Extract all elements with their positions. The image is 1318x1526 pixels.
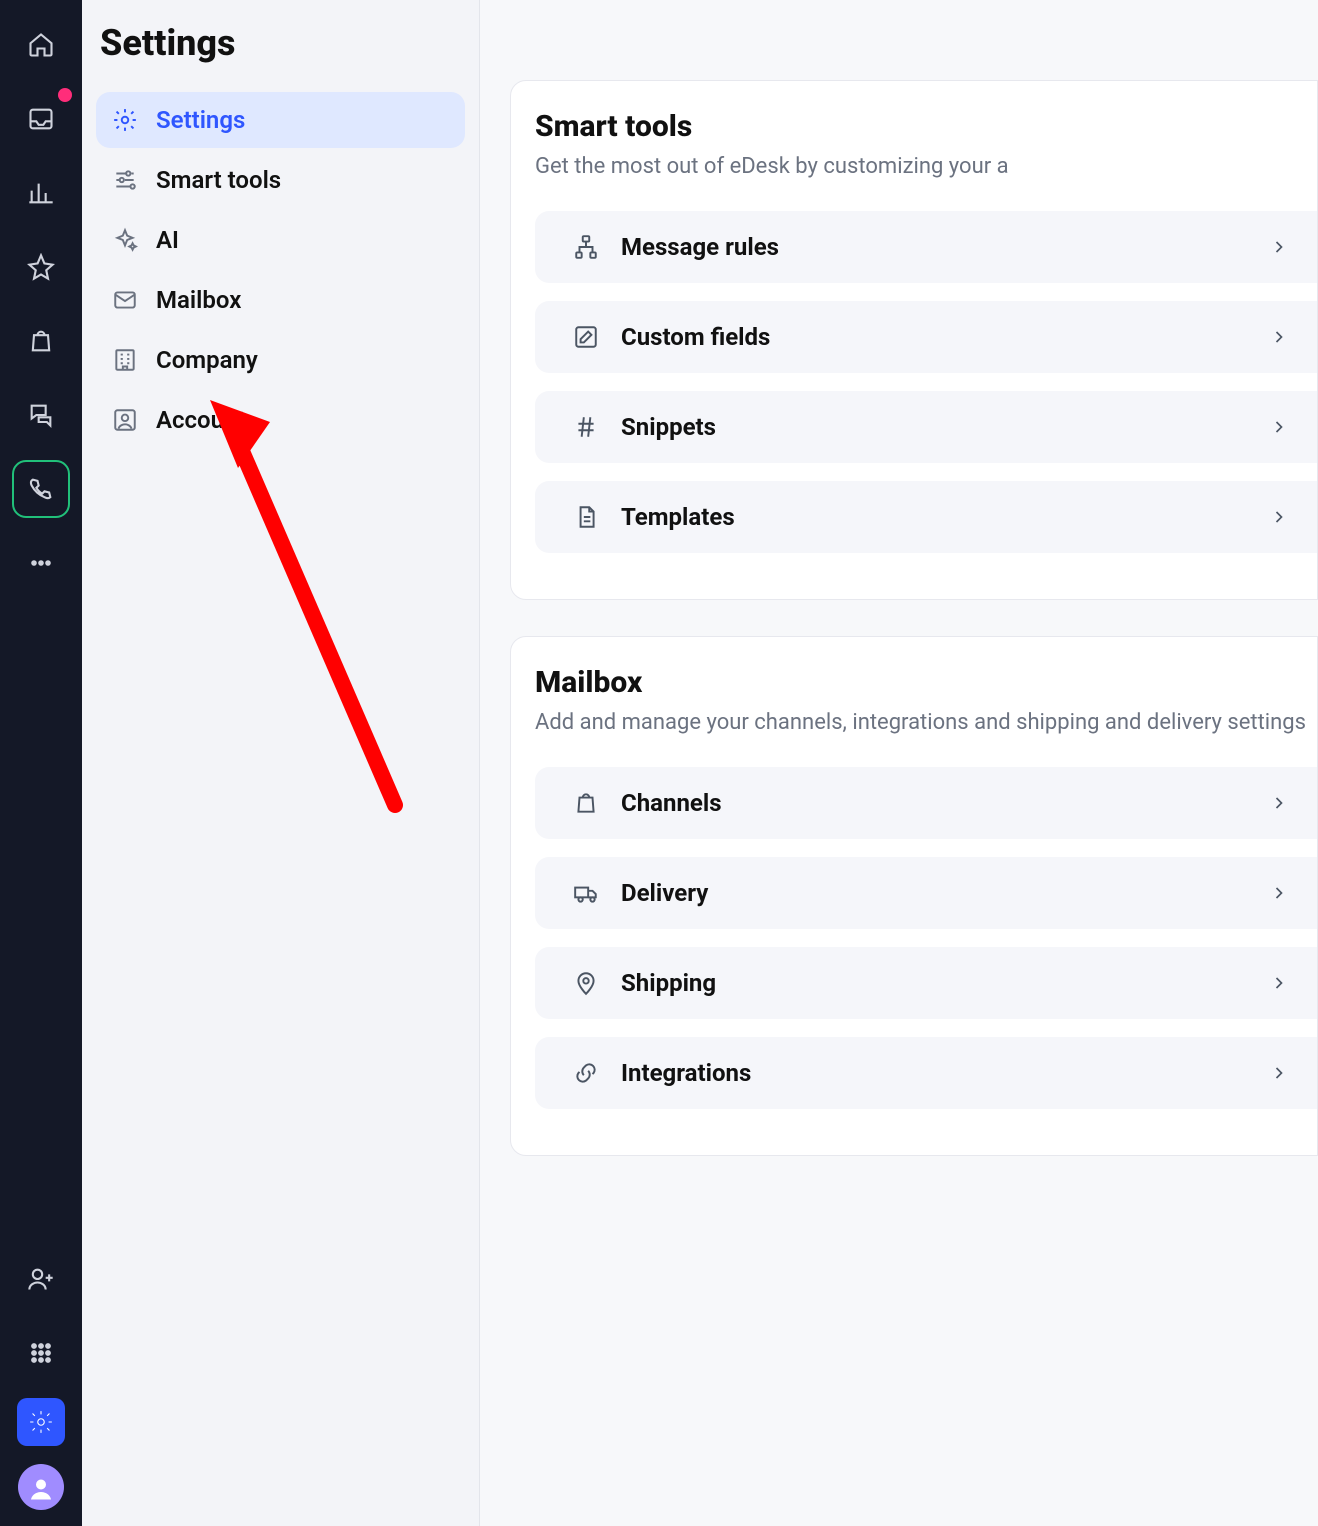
sidebar-item-smart-tools[interactable]: Smart tools — [96, 152, 465, 208]
sidebar-item-settings[interactable]: Settings — [96, 92, 465, 148]
rail-inbox[interactable] — [12, 90, 70, 148]
sidebar-item-label: Account — [156, 406, 449, 434]
star-icon — [27, 253, 55, 281]
row-label: Integrations — [621, 1059, 1247, 1087]
row-templates[interactable]: Templates — [535, 481, 1317, 553]
sidebar-item-ai[interactable]: AI — [96, 212, 465, 268]
row-label: Templates — [621, 503, 1247, 531]
section-title: Mailbox — [535, 665, 1317, 700]
row-shipping[interactable]: Shipping — [535, 947, 1317, 1019]
rail-more[interactable] — [12, 534, 70, 592]
nav-rail — [0, 0, 82, 1526]
inbox-icon — [27, 105, 55, 133]
row-label: Snippets — [621, 413, 1247, 441]
row-custom-fields[interactable]: Custom fields — [535, 301, 1317, 373]
edit-icon — [573, 324, 599, 350]
chevron-right-icon — [1269, 327, 1289, 347]
sidebar-item-label: Mailbox — [156, 286, 449, 314]
hash-icon — [573, 414, 599, 440]
rail-add-user[interactable] — [12, 1250, 70, 1308]
rail-settings[interactable] — [17, 1398, 65, 1446]
page-title: Settings — [100, 22, 465, 64]
row-delivery[interactable]: Delivery — [535, 857, 1317, 929]
rail-chat[interactable] — [12, 386, 70, 444]
map-pin-icon — [573, 970, 599, 996]
main-content: Smart tools Get the most out of eDesk by… — [480, 0, 1318, 1526]
sparkle-icon — [112, 227, 138, 253]
flow-icon — [573, 234, 599, 260]
chevron-right-icon — [1269, 1063, 1289, 1083]
chevron-right-icon — [1269, 973, 1289, 993]
sidebar-item-label: Company — [156, 346, 449, 374]
chevron-right-icon — [1269, 417, 1289, 437]
row-label: Custom fields — [621, 323, 1247, 351]
rail-phone[interactable] — [12, 460, 70, 518]
truck-icon — [573, 880, 599, 906]
gear-icon — [28, 1409, 54, 1435]
gear-icon — [112, 107, 138, 133]
notification-badge — [58, 88, 72, 102]
chevron-right-icon — [1269, 883, 1289, 903]
shopping-bag-icon — [573, 790, 599, 816]
row-label: Channels — [621, 789, 1247, 817]
avatar-icon — [26, 1472, 56, 1502]
sidebar-item-label: Settings — [156, 106, 449, 134]
phone-icon — [27, 475, 55, 503]
user-square-icon — [112, 407, 138, 433]
chevron-right-icon — [1269, 793, 1289, 813]
dots-icon — [27, 549, 55, 577]
sidebar-item-label: Smart tools — [156, 166, 449, 194]
document-icon — [573, 504, 599, 530]
building-icon — [112, 347, 138, 373]
sidebar-item-account[interactable]: Account — [96, 392, 465, 448]
rail-favorites[interactable] — [12, 238, 70, 296]
home-icon — [27, 31, 55, 59]
section-subtitle: Add and manage your channels, integratio… — [535, 708, 1317, 739]
settings-sidebar: Settings Settings Smart tools AI Mailbox… — [82, 0, 480, 1526]
row-snippets[interactable]: Snippets — [535, 391, 1317, 463]
section-title: Smart tools — [535, 109, 1317, 144]
sidebar-item-mailbox[interactable]: Mailbox — [96, 272, 465, 328]
mail-icon — [112, 287, 138, 313]
link-icon — [573, 1060, 599, 1086]
rail-orders[interactable] — [12, 312, 70, 370]
chat-icon — [27, 401, 55, 429]
sidebar-item-company[interactable]: Company — [96, 332, 465, 388]
section-smart-tools: Smart tools Get the most out of eDesk by… — [510, 80, 1318, 600]
rail-home[interactable] — [12, 16, 70, 74]
chevron-right-icon — [1269, 507, 1289, 527]
row-message-rules[interactable]: Message rules — [535, 211, 1317, 283]
rail-avatar[interactable] — [18, 1464, 64, 1510]
chevron-right-icon — [1269, 237, 1289, 257]
row-channels[interactable]: Channels — [535, 767, 1317, 839]
add-user-icon — [27, 1265, 55, 1293]
sliders-icon — [112, 167, 138, 193]
row-label: Shipping — [621, 969, 1247, 997]
bar-chart-icon — [27, 179, 55, 207]
section-subtitle: Get the most out of eDesk by customizing… — [535, 152, 1317, 183]
row-label: Delivery — [621, 879, 1247, 907]
row-label: Message rules — [621, 233, 1247, 261]
apps-grid-icon — [27, 1339, 55, 1367]
rail-analytics[interactable] — [12, 164, 70, 222]
rail-apps[interactable] — [12, 1324, 70, 1382]
section-mailbox: Mailbox Add and manage your channels, in… — [510, 636, 1318, 1156]
sidebar-item-label: AI — [156, 226, 449, 254]
shopping-bag-icon — [27, 327, 55, 355]
row-integrations[interactable]: Integrations — [535, 1037, 1317, 1109]
